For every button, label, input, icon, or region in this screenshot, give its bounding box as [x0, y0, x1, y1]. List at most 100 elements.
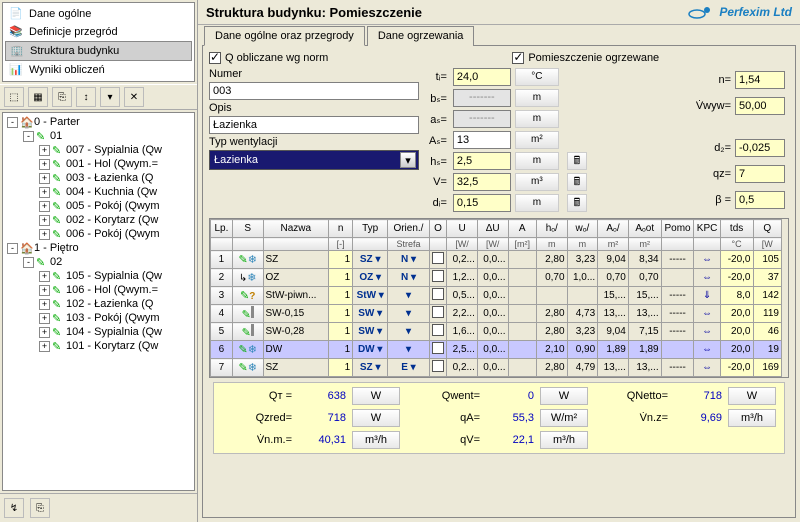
tree-row[interactable]: -🏠 0 - Parter [5, 115, 192, 129]
expand-icon[interactable]: + [39, 327, 50, 338]
cell[interactable]: 142 [753, 287, 782, 305]
cell[interactable]: N ▾ [388, 251, 430, 269]
cell[interactable]: ✎❄ [232, 251, 263, 269]
cell[interactable]: 2,2... [447, 305, 478, 323]
cell[interactable]: SW ▾ [353, 323, 388, 341]
col-10[interactable]: hₒ/ [536, 220, 567, 238]
cell[interactable]: 0,0... [477, 287, 508, 305]
tree-row[interactable]: +✎ 004 - Kuchnia (Qw [5, 185, 192, 199]
col-14[interactable]: Pomo [661, 220, 694, 238]
col-5[interactable]: Orien./ [388, 220, 430, 238]
cell[interactable]: 6 [211, 341, 233, 359]
cell[interactable]: 46 [753, 323, 782, 341]
expand-icon[interactable]: + [39, 187, 50, 198]
cell[interactable]: 4,79 [567, 359, 598, 377]
tool-4[interactable]: ↕ [76, 87, 96, 107]
hs-calc-button[interactable]: 🖩 [567, 152, 587, 170]
cell[interactable]: 1 [211, 251, 233, 269]
cell[interactable]: OZ ▾ [353, 269, 388, 287]
typ-select[interactable]: Łazienka ▾ [209, 150, 419, 170]
nav-struktura[interactable]: 🏢 Struktura budynku [5, 41, 192, 61]
col-2[interactable]: Nazwa [263, 220, 329, 238]
table-row[interactable]: 7✎❄SZ1SZ ▾E ▾0,2...0,0...2,804,7913,...1… [211, 359, 782, 377]
cell[interactable]: 4,73 [567, 305, 598, 323]
as-unit[interactable]: m [515, 110, 559, 128]
tab-dane-ogrzewania[interactable]: Dane ogrzewania [367, 26, 475, 46]
cell[interactable]: 3,23 [567, 323, 598, 341]
cell[interactable]: 0,0... [477, 269, 508, 287]
tab-dane-ogolne[interactable]: Dane ogólne oraz przegrody [204, 26, 365, 46]
expand-icon[interactable]: + [39, 201, 50, 212]
cell[interactable]: 0,70 [536, 269, 567, 287]
cell[interactable]: 0,90 [567, 341, 598, 359]
cell[interactable]: 20,0 [720, 341, 753, 359]
cell[interactable]: SZ ▾ [353, 359, 388, 377]
cell[interactable] [429, 323, 447, 341]
cell[interactable] [508, 359, 536, 377]
tree-row[interactable]: +✎ 007 - Sypialnia (Qw [5, 143, 192, 157]
tree-row[interactable]: +✎ 105 - Sypialnia (Qw [5, 269, 192, 283]
V-calc-button[interactable]: 🖩 [567, 173, 587, 191]
cell[interactable]: 1 [329, 287, 353, 305]
cell[interactable] [508, 251, 536, 269]
cell[interactable]: 20,0 [720, 305, 753, 323]
cell[interactable]: 15,... [628, 287, 661, 305]
tree-row[interactable]: -🏠 1 - Piętro [5, 241, 192, 255]
expand-icon[interactable]: + [39, 159, 50, 170]
cell[interactable]: 1,89 [628, 341, 661, 359]
col-12[interactable]: Aₒ/ [598, 220, 629, 238]
cell[interactable]: ✎❄ [232, 341, 263, 359]
cell[interactable]: 19 [753, 341, 782, 359]
di-calc-button[interactable]: 🖩 [567, 194, 587, 212]
cell[interactable]: 1 [329, 341, 353, 359]
cell[interactable]: 37 [753, 269, 782, 287]
col-1[interactable]: S [232, 220, 263, 238]
table-row[interactable]: 5✎SW-0,281SW ▾▾1,6...0,0...2,803,239,047… [211, 323, 782, 341]
cell[interactable]: ----- [661, 305, 694, 323]
cell[interactable] [429, 341, 447, 359]
bs-unit[interactable]: m [515, 89, 559, 107]
cell[interactable]: 2,80 [536, 323, 567, 341]
expand-icon[interactable]: + [39, 173, 50, 184]
collapse-icon[interactable]: - [23, 257, 34, 268]
tool-2[interactable]: ▦ [28, 87, 48, 107]
As-unit[interactable]: m² [515, 131, 559, 149]
tree-row[interactable]: +✎ 001 - Hol (Qwym.= [5, 157, 192, 171]
cell[interactable] [429, 305, 447, 323]
col-6[interactable]: O [429, 220, 447, 238]
cell[interactable]: ↳❄ [232, 269, 263, 287]
cell[interactable]: ----- [661, 251, 694, 269]
tool-3[interactable]: ⎘ [52, 87, 72, 107]
cell[interactable]: DW ▾ [353, 341, 388, 359]
cell[interactable]: 2,80 [536, 251, 567, 269]
QT-unit[interactable]: W [352, 387, 400, 405]
V-unit[interactable]: m³ [515, 173, 559, 191]
cell[interactable]: SW-0,15 [263, 305, 329, 323]
col-15[interactable]: KPC [694, 220, 720, 238]
qz-input[interactable] [735, 165, 785, 183]
cell[interactable]: 2,80 [536, 305, 567, 323]
cell[interactable]: 5 [211, 323, 233, 341]
cell[interactable]: ✎? [232, 287, 263, 305]
table-row[interactable]: 1✎❄SZ1SZ ▾N ▾0,2...0,0...2,803,239,048,3… [211, 251, 782, 269]
cell[interactable]: 119 [753, 305, 782, 323]
n-input[interactable] [735, 71, 785, 89]
cell[interactable] [429, 287, 447, 305]
expand-icon[interactable]: + [39, 341, 50, 352]
cell[interactable]: 7 [211, 359, 233, 377]
cell[interactable]: 169 [753, 359, 782, 377]
ti-unit[interactable]: °C [515, 68, 559, 86]
cell[interactable]: 15,... [598, 287, 629, 305]
nav-dane-ogolne[interactable]: 📄 Dane ogólne [5, 5, 192, 23]
di-input[interactable] [453, 194, 511, 212]
cell[interactable]: ⇔ [694, 251, 720, 269]
cell[interactable]: 2,80 [536, 359, 567, 377]
cell[interactable]: 1,89 [598, 341, 629, 359]
cell[interactable]: ----- [661, 359, 694, 377]
expand-icon[interactable]: + [39, 215, 50, 226]
cell[interactable]: 1 [329, 305, 353, 323]
cell[interactable]: ▾ [388, 287, 430, 305]
cell[interactable]: ✎ [232, 305, 263, 323]
table-row[interactable]: 2↳❄OZ1OZ ▾N ▾1,2...0,0...0,701,0...0,700… [211, 269, 782, 287]
tree-row[interactable]: +✎ 106 - Hol (Qwym.= [5, 283, 192, 297]
